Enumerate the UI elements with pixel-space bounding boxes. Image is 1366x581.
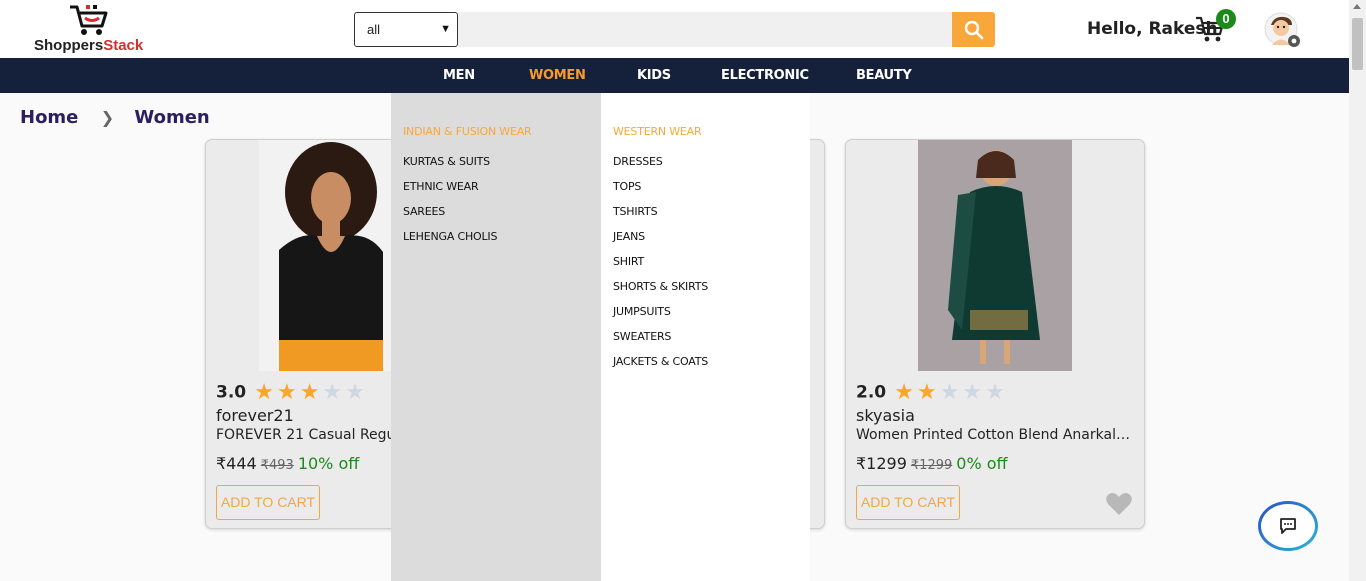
profile-avatar-icon[interactable] xyxy=(1264,12,1304,50)
page-scrollbar[interactable] xyxy=(1349,0,1366,581)
chat-button-inner xyxy=(1261,504,1315,548)
women-mega-menu: INDIAN & FUSION WEAR KURTAS & SUITS ETHN… xyxy=(391,93,810,581)
chevron-right-icon: ❯ xyxy=(100,107,115,127)
price-current: ₹444 xyxy=(216,454,257,473)
wishlist-heart-icon[interactable] xyxy=(1106,492,1132,516)
add-to-cart-button[interactable]: ADD TO CART xyxy=(216,485,320,520)
product-brand: skyasia xyxy=(856,406,915,425)
breadcrumb-home[interactable]: Home xyxy=(20,107,78,128)
mega-menu-item[interactable]: JACKETS & COATS xyxy=(613,355,708,380)
mega-menu-item[interactable]: JEANS xyxy=(613,230,708,255)
star-empty-icon: ★ xyxy=(939,380,960,405)
mega-menu-item[interactable]: TSHIRTS xyxy=(613,205,708,230)
scrollbar-thumb[interactable] xyxy=(1352,18,1363,70)
star-filled-icon: ★ xyxy=(894,380,914,405)
logo-text: ShoppersStack xyxy=(34,37,143,54)
mega-menu-item[interactable]: JUMPSUITS xyxy=(613,305,708,330)
mega-menu-item[interactable]: DRESSES xyxy=(613,155,708,180)
add-to-cart-button[interactable]: ADD TO CART xyxy=(856,485,960,520)
mega-menu-item[interactable]: SHORTS & SKIRTS xyxy=(613,280,708,305)
mega-menu-list-western: DRESSES TOPS TSHIRTS JEANS SHIRT SHORTS … xyxy=(613,155,708,380)
price-discount: 0% off xyxy=(956,454,1008,473)
product-image xyxy=(918,140,1072,371)
product-image xyxy=(259,140,393,371)
mega-menu-item[interactable]: TOPS xyxy=(613,180,708,205)
nav-item-women[interactable]: WOMEN xyxy=(529,58,586,93)
scroll-up-arrow-icon[interactable] xyxy=(1353,4,1361,9)
nav-item-men[interactable]: MEN xyxy=(443,58,475,93)
product-price: ₹1299 ₹1299 0% off xyxy=(856,454,1008,473)
price-discount: 10% off xyxy=(297,454,360,473)
mega-menu-item[interactable]: KURTAS & SUITS xyxy=(403,155,497,180)
price-mrp: ₹493 xyxy=(260,458,294,473)
product-rating: 3.0 ★ ★ ★ ★ ★ xyxy=(216,380,365,405)
price-mrp: ₹1299 xyxy=(910,458,953,473)
category-navbar: MEN WOMEN KIDS ELECTRONIC BEAUTY xyxy=(0,58,1349,93)
rating-value: 2.0 xyxy=(856,382,887,403)
product-price: ₹444 ₹493 10% off xyxy=(216,454,359,473)
product-card[interactable]: 2.0 ★ ★ ★ ★ ★ skyasia Women Printed Cotton B… xyxy=(845,139,1145,529)
star-filled-icon: ★ xyxy=(276,380,297,405)
chat-button[interactable] xyxy=(1258,501,1318,551)
site-header: ShoppersStack all ▼ Hello, Rakesh 0 xyxy=(0,0,1349,58)
search-category-select[interactable]: all ▼ xyxy=(354,12,458,47)
star-empty-icon: ★ xyxy=(985,380,1005,405)
mega-menu-item[interactable]: ETHNIC WEAR xyxy=(403,180,497,205)
price-current: ₹1299 xyxy=(856,454,907,473)
mega-menu-heading-western[interactable]: WESTERN WEAR xyxy=(613,125,702,138)
chat-icon xyxy=(1280,518,1296,534)
breadcrumb: Home ❯ Women xyxy=(20,106,210,128)
shoppersstack-logo[interactable]: ShoppersStack xyxy=(34,4,164,56)
star-empty-icon: ★ xyxy=(345,380,365,405)
search-button[interactable] xyxy=(952,12,995,47)
rating-value: 3.0 xyxy=(216,382,247,403)
logo-cart-icon xyxy=(70,5,108,35)
star-filled-icon: ★ xyxy=(299,380,320,405)
mega-menu-list-indian: KURTAS & SUITS ETHNIC WEAR SAREES LEHENG… xyxy=(403,155,497,255)
mega-menu-heading-indian[interactable]: INDIAN & FUSION WEAR xyxy=(403,125,532,138)
mega-menu-col-indian: INDIAN & FUSION WEAR KURTAS & SUITS ETHN… xyxy=(391,93,601,581)
product-brand: forever21 xyxy=(216,406,294,425)
product-rating: 2.0 ★ ★ ★ ★ ★ xyxy=(856,380,1005,405)
mega-menu-item[interactable]: SAREES xyxy=(403,205,497,230)
logo-text-main: Shoppers xyxy=(34,37,104,54)
star-empty-icon: ★ xyxy=(962,380,983,405)
search-category-value: all xyxy=(367,22,381,37)
mega-menu-item[interactable]: SWEATERS xyxy=(613,330,708,355)
nav-item-kids[interactable]: KIDS xyxy=(637,58,671,93)
chevron-down-icon: ▼ xyxy=(440,23,451,35)
mega-menu-item[interactable]: LEHENGA CHOLIS xyxy=(403,230,497,255)
breadcrumb-current: Women xyxy=(134,106,210,128)
product-name[interactable]: Women Printed Cotton Blend Anarkali Kurt… xyxy=(856,427,1132,443)
mega-menu-item[interactable]: SHIRT xyxy=(613,255,708,280)
nav-item-beauty[interactable]: BEAUTY xyxy=(856,58,912,93)
star-filled-icon: ★ xyxy=(254,380,274,405)
cart-count-badge: 0 xyxy=(1216,9,1236,29)
nav-item-electronic[interactable]: ELECTRONIC xyxy=(721,58,809,93)
logo-text-accent: Stack xyxy=(103,37,144,54)
star-empty-icon: ★ xyxy=(322,380,343,405)
search-input[interactable] xyxy=(458,12,952,47)
star-filled-icon: ★ xyxy=(916,380,937,405)
search-icon xyxy=(964,20,983,39)
